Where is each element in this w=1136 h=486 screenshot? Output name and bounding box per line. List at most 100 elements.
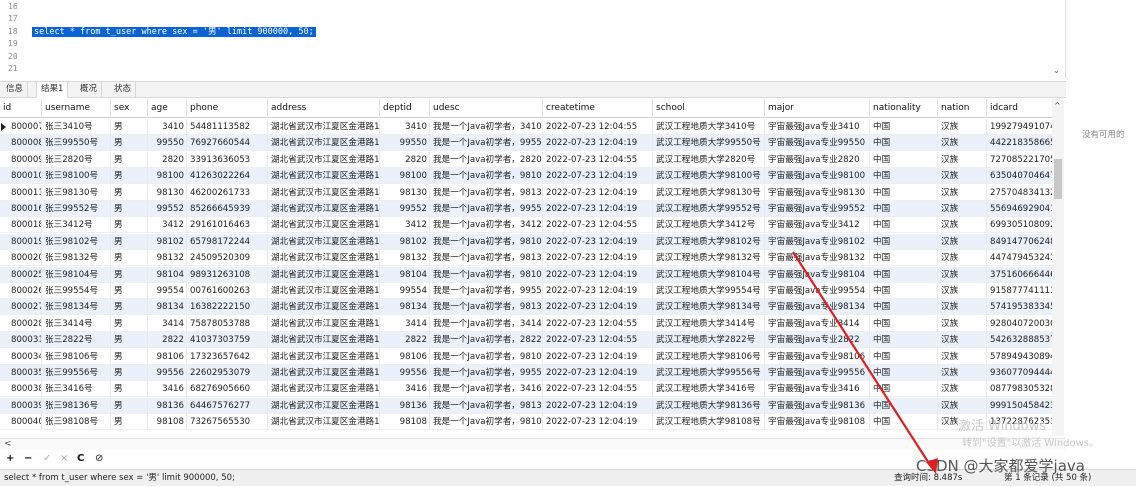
cell-createtime[interactable]: 2022-07-23 12:04:55: [543, 381, 653, 398]
cell-address[interactable]: 湖北省武汉市江夏区金港路1: [268, 201, 380, 217]
cell-age[interactable]: 99550: [148, 135, 187, 152]
cell-deptid[interactable]: 2822: [380, 332, 430, 349]
cell-phone[interactable]: 16382222150: [187, 299, 268, 316]
cell-udesc[interactable]: 我是一个Java初学者，9955: [430, 283, 543, 299]
cell-phone[interactable]: 24509520309: [187, 250, 268, 267]
column-header-nationality[interactable]: nationality: [870, 99, 938, 118]
table-row[interactable]: 800038 张三3416号男 3416 68276905660 湖北省武汉市江夏区金港…: [0, 381, 1058, 398]
cell-username[interactable]: 张三98108号: [42, 414, 111, 431]
cell-nationality[interactable]: 中国: [870, 283, 938, 299]
cell-school[interactable]: 武汉工程地质大学3416号: [653, 381, 765, 398]
cell-id[interactable]: 800026: [8, 283, 42, 299]
refresh-icon[interactable]: C: [77, 453, 84, 465]
cell-age[interactable]: 98104: [148, 266, 187, 283]
cell-username[interactable]: 张三98136号: [42, 397, 111, 414]
column-header-age[interactable]: age: [148, 99, 187, 118]
cell-username[interactable]: 张三3412号: [42, 217, 111, 234]
cell-id[interactable]: 800011: [8, 184, 42, 201]
cell-address[interactable]: 湖北省武汉市江夏区金港路1: [268, 168, 380, 185]
selected-sql-text[interactable]: select * from t_user where sex = '男' lim…: [32, 27, 316, 37]
cell-nation[interactable]: 汉族: [938, 266, 987, 283]
cell-idcard[interactable]: 542632888537: [987, 332, 1053, 349]
cell-udesc[interactable]: 我是一个Java初学者，9955: [430, 135, 543, 152]
cell-school[interactable]: 武汉工程地质大学98100号: [653, 168, 765, 185]
cell-sex[interactable]: 男: [111, 266, 148, 283]
cell-address[interactable]: 湖北省武汉市江夏区金港路1: [268, 365, 380, 381]
cell-idcard[interactable]: 578949430894: [987, 348, 1053, 365]
chevron-down-icon[interactable]: ⌄: [1053, 66, 1060, 75]
cell-major[interactable]: 宇宙最强Java专业98130: [765, 184, 870, 201]
table-row[interactable]: 800027 张三98134号男 98134 16382222150 湖北省武汉市江夏区…: [0, 299, 1058, 316]
cell-createtime[interactable]: 2022-07-23 12:04:19: [543, 135, 653, 152]
cell-nation[interactable]: 汉族: [938, 168, 987, 185]
cell-school[interactable]: 武汉工程地质大学98102号: [653, 233, 765, 250]
cell-deptid[interactable]: 98108: [380, 414, 430, 431]
cell-id[interactable]: 800028: [8, 315, 42, 332]
cell-idcard[interactable]: 936077094444: [987, 365, 1053, 381]
cell-nationality[interactable]: 中国: [870, 168, 938, 185]
cell-createtime[interactable]: 2022-07-23 12:04:55: [543, 332, 653, 349]
cell-udesc[interactable]: 我是一个Java初学者，9810: [430, 233, 543, 250]
cell-nationality[interactable]: 中国: [870, 250, 938, 267]
sql-editor[interactable]: 16 17 18 19 20 21 select * from t_user w…: [0, 0, 1066, 78]
cell-id[interactable]: 800031: [8, 332, 42, 349]
cell-school[interactable]: 武汉工程地质大学3414号: [653, 315, 765, 332]
cell-sex[interactable]: 男: [111, 414, 148, 431]
cell-major[interactable]: 宇宙最强Java专业3410: [765, 119, 870, 135]
cell-deptid[interactable]: 98100: [380, 168, 430, 185]
cell-school[interactable]: 武汉工程地质大学98106号: [653, 348, 765, 365]
cell-phone[interactable]: 29161016463: [187, 217, 268, 234]
cell-udesc[interactable]: 我是一个Java初学者，9810: [430, 348, 543, 365]
table-row[interactable]: 800025 张三98104号男 98104 98931263108 湖北省武汉市江夏区…: [0, 266, 1058, 283]
cell-id[interactable]: 800019: [8, 233, 42, 250]
cell-nationality[interactable]: 中国: [870, 184, 938, 201]
cell-phone[interactable]: 46200261733: [187, 184, 268, 201]
cell-address[interactable]: 湖北省武汉市江夏区金港路1: [268, 151, 380, 168]
cell-sex[interactable]: 男: [111, 151, 148, 168]
cell-id[interactable]: 800010: [8, 168, 42, 185]
cell-idcard[interactable]: 635040704647: [987, 168, 1053, 185]
cell-username[interactable]: 张三99556号: [42, 365, 111, 381]
cell-school[interactable]: 武汉工程地质大学99550号: [653, 135, 765, 152]
cell-major[interactable]: 宇宙最强Java专业3412: [765, 217, 870, 234]
cell-id[interactable]: 800018: [8, 217, 42, 234]
cell-phone[interactable]: 68276905660: [187, 381, 268, 398]
cell-phone[interactable]: 64467576277: [187, 397, 268, 414]
chevron-left-icon[interactable]: <: [4, 439, 12, 450]
cell-deptid[interactable]: 3414: [380, 315, 430, 332]
cell-udesc[interactable]: 我是一个Java初学者，3410: [430, 119, 543, 135]
cell-phone[interactable]: 17323657642: [187, 348, 268, 365]
cell-major[interactable]: 宇宙最强Java专业98100: [765, 168, 870, 185]
cell-sex[interactable]: 男: [111, 283, 148, 299]
cell-username[interactable]: 张三3410号: [42, 119, 111, 135]
cell-deptid[interactable]: 99554: [380, 283, 430, 299]
cell-nation[interactable]: 汉族: [938, 299, 987, 316]
cell-nation[interactable]: 汉族: [938, 283, 987, 299]
cell-createtime[interactable]: 2022-07-23 12:04:19: [543, 201, 653, 217]
cell-phone[interactable]: 65798172244: [187, 233, 268, 250]
cell-createtime[interactable]: 2022-07-23 12:04:19: [543, 283, 653, 299]
delete-record-icon[interactable]: −: [24, 453, 32, 465]
column-header-address[interactable]: address: [268, 99, 380, 118]
table-row[interactable]: 800026 张三99554号男 99554 00761600263 湖北省武汉市江夏区…: [0, 283, 1058, 299]
cell-age[interactable]: 98134: [148, 299, 187, 316]
cell-nation[interactable]: 汉族: [938, 365, 987, 381]
cell-phone[interactable]: 73267565530: [187, 414, 268, 431]
cell-sex[interactable]: 男: [111, 299, 148, 316]
cell-nationality[interactable]: 中国: [870, 414, 938, 431]
cell-nationality[interactable]: 中国: [870, 397, 938, 414]
cell-createtime[interactable]: 2022-07-23 12:04:19: [543, 397, 653, 414]
cell-createtime[interactable]: 2022-07-23 12:04:55: [543, 151, 653, 168]
cell-idcard[interactable]: 928040720030: [987, 315, 1053, 332]
cell-nationality[interactable]: 中国: [870, 348, 938, 365]
cell-id[interactable]: 800038: [8, 381, 42, 398]
cell-age[interactable]: 3416: [148, 381, 187, 398]
cell-sex[interactable]: 男: [111, 135, 148, 152]
cell-udesc[interactable]: 我是一个Java初学者，9813: [430, 184, 543, 201]
cell-createtime[interactable]: 2022-07-23 12:04:55: [543, 217, 653, 234]
cell-address[interactable]: 湖北省武汉市江夏区金港路1: [268, 315, 380, 332]
cell-age[interactable]: 3414: [148, 315, 187, 332]
cell-idcard[interactable]: 699305108092: [987, 217, 1053, 234]
cell-deptid[interactable]: 98104: [380, 266, 430, 283]
horizontal-scrollbar[interactable]: <: [0, 438, 1066, 450]
